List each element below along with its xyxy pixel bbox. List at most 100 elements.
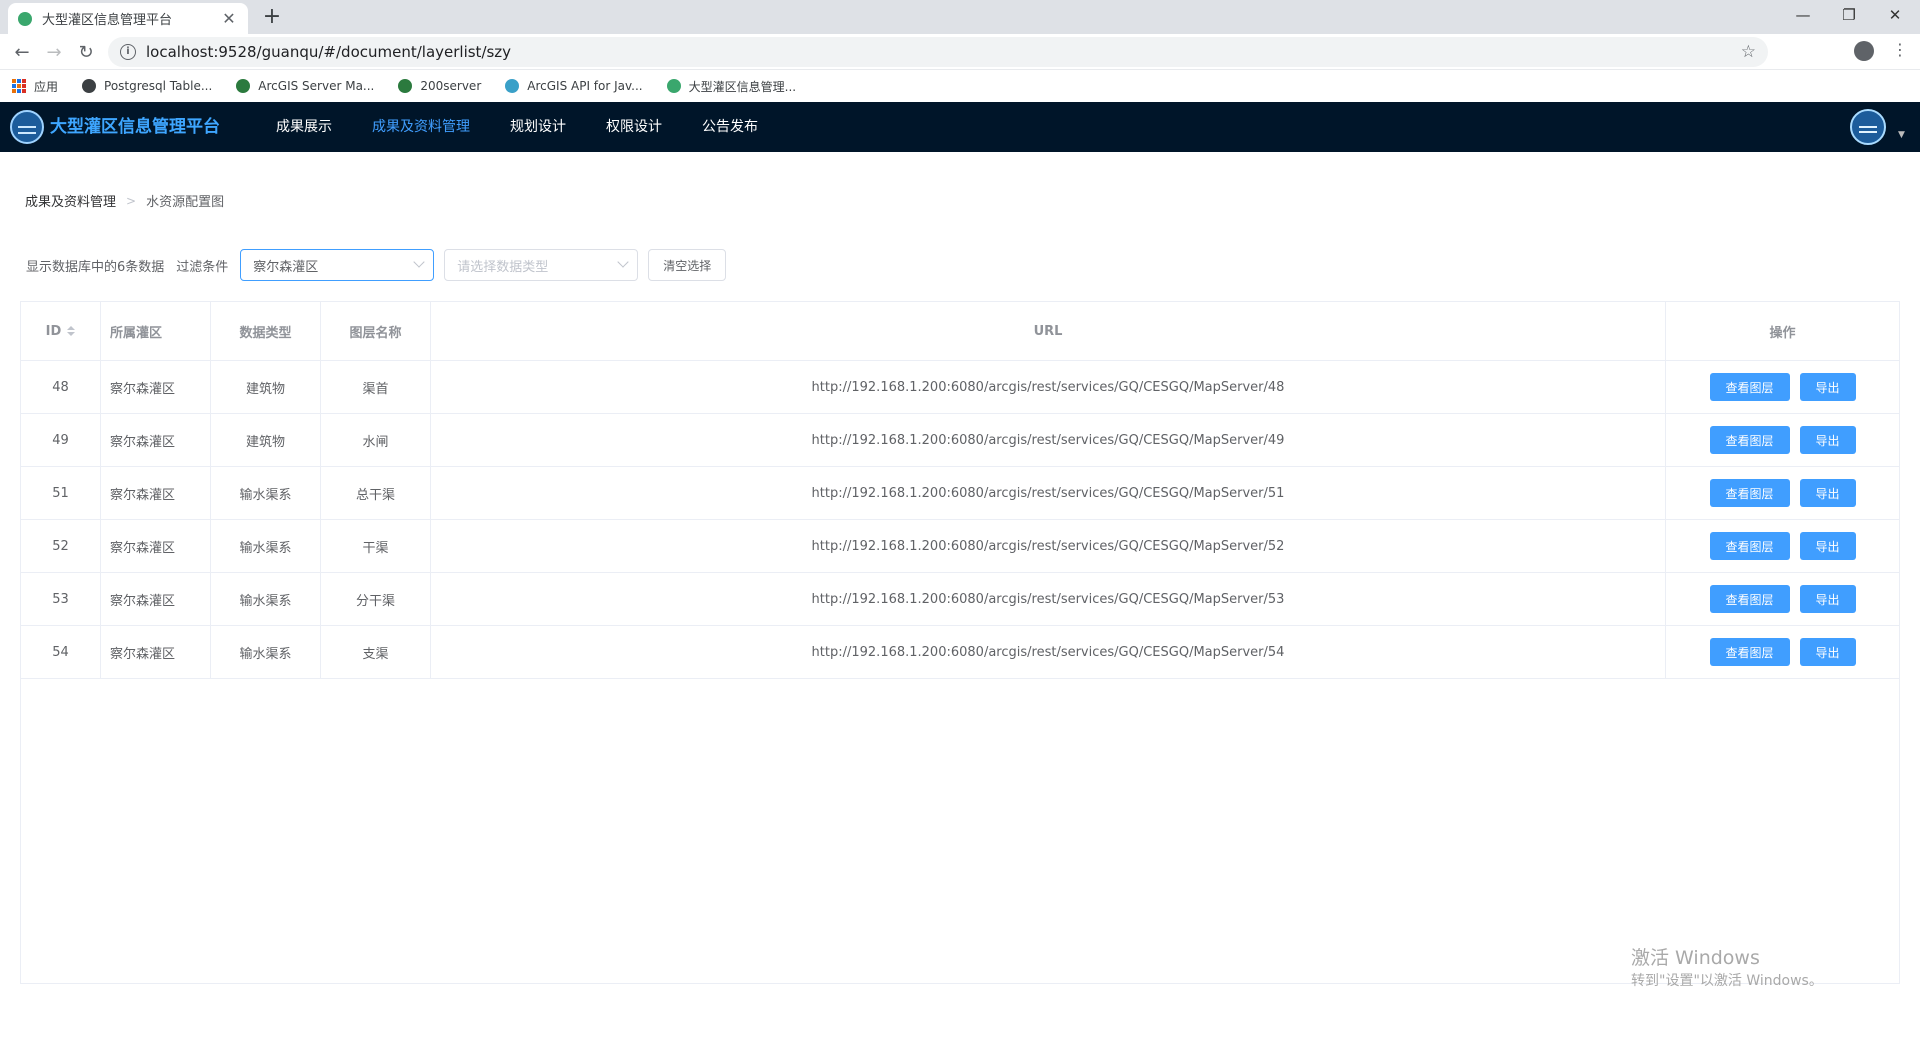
table-row: 49 察尔森灌区 建筑物 水闸 http://192.168.1.200:6080/ar… — [21, 414, 1899, 467]
arcgis-icon — [505, 79, 520, 93]
windows-activation-hint: 转到"设置"以激活 Windows。 — [1631, 973, 1823, 989]
bookmarks-bar: 应用 Postgresql Table... ArcGIS Server Ma.… — [0, 70, 1920, 102]
vue-favicon-icon — [18, 11, 32, 26]
chevron-right-icon: > — [126, 193, 137, 208]
clear-selection-button[interactable]: 清空选择 — [648, 249, 727, 281]
table-header: ID 所属灌区 数据类型 图层名称 URL 操作 — [21, 302, 1899, 361]
nav-item-announcements[interactable]: 公告发布 — [682, 102, 778, 152]
new-tab-button[interactable]: + — [258, 4, 286, 29]
globe-icon — [236, 79, 251, 93]
platform-logo-icon — [10, 110, 44, 144]
nav-item-results[interactable]: 成果展示 — [256, 102, 352, 152]
bookmark-200server[interactable]: 200server — [398, 79, 481, 93]
view-layer-button[interactable]: 查看图层 — [1709, 426, 1790, 454]
cell-layer-name: 分干渠 — [321, 573, 431, 625]
back-arrow-icon[interactable]: ← — [8, 38, 36, 66]
user-avatar[interactable] — [1850, 109, 1886, 145]
breadcrumb-root[interactable]: 成果及资料管理 — [25, 191, 116, 210]
export-button[interactable]: 导出 — [1799, 532, 1856, 560]
view-layer-button[interactable]: 查看图层 — [1709, 532, 1790, 560]
cell-actions: 查看图层 导出 — [1666, 573, 1899, 625]
omnibox[interactable]: i localhost:9528/guanqu/#/document/layer… — [108, 37, 1768, 67]
filter-label: 过滤条件 — [176, 259, 229, 275]
browser-tab[interactable]: 大型灌区信息管理平台 ✕ — [8, 3, 248, 34]
table-row: 52 察尔森灌区 输水渠系 干渠 http://192.168.1.200:6080/a… — [21, 520, 1899, 573]
bookmark-star-icon[interactable]: ☆ — [1741, 42, 1756, 62]
bookmark-postgresql[interactable]: Postgresql Table... — [82, 79, 212, 93]
cell-layer-name: 支渠 — [321, 626, 431, 678]
bookmark-label: 200server — [420, 79, 482, 93]
cell-area: 察尔森灌区 — [101, 467, 211, 519]
reload-icon[interactable]: ↻ — [72, 38, 100, 66]
cell-type: 建筑物 — [211, 414, 321, 466]
minimize-button[interactable]: — — [1780, 0, 1826, 30]
cell-url: http://192.168.1.200:6080/arcgis/rest/se… — [431, 467, 1666, 519]
export-button[interactable]: 导出 — [1799, 585, 1856, 613]
view-layer-button[interactable]: 查看图层 — [1709, 585, 1790, 613]
view-layer-button[interactable]: 查看图层 — [1709, 373, 1790, 401]
window-close-button[interactable]: ✕ — [1872, 0, 1918, 30]
type-select[interactable]: 请选择数据类型 — [444, 249, 639, 281]
cell-type: 输水渠系 — [211, 626, 321, 678]
url-text[interactable]: localhost:9528/guanqu/#/document/layerli… — [146, 43, 511, 61]
cell-id: 54 — [21, 626, 101, 678]
record-count-text: 显示数据库中的6条数据 — [26, 259, 165, 275]
header-id-label: ID — [45, 323, 62, 339]
caret-down-icon[interactable]: ▼ — [1898, 130, 1905, 140]
table-row: 51 察尔森灌区 输水渠系 总干渠 http://192.168.1.200:6080/… — [21, 467, 1899, 520]
cell-id: 53 — [21, 573, 101, 625]
cell-area: 察尔森灌区 — [101, 520, 211, 572]
export-button[interactable]: 导出 — [1799, 479, 1856, 507]
bookmark-label: 应用 — [34, 79, 59, 94]
cell-actions: 查看图层 导出 — [1666, 520, 1899, 572]
chevron-down-icon — [617, 256, 629, 268]
breadcrumb: 成果及资料管理 > 水资源配置图 — [25, 191, 224, 211]
nav-item-data-management[interactable]: 成果及资料管理 — [352, 102, 490, 152]
nav-item-permissions[interactable]: 权限设计 — [586, 102, 682, 152]
export-button[interactable]: 导出 — [1799, 638, 1856, 666]
type-select-placeholder: 请选择数据类型 — [457, 259, 549, 275]
nav-item-planning[interactable]: 规划设计 — [490, 102, 586, 152]
sort-icon[interactable] — [67, 326, 76, 336]
cell-actions: 查看图层 导出 — [1666, 626, 1899, 678]
layer-table: ID 所属灌区 数据类型 图层名称 URL 操作 48 察尔森灌区 建筑物 渠首 htt… — [20, 301, 1900, 984]
view-layer-button[interactable]: 查看图层 — [1709, 479, 1790, 507]
cell-id: 52 — [21, 520, 101, 572]
site-info-icon[interactable]: i — [120, 44, 136, 60]
tab-title: 大型灌区信息管理平台 — [42, 13, 173, 28]
bookmark-apps[interactable]: 应用 — [12, 78, 58, 95]
cell-type: 输水渠系 — [211, 520, 321, 572]
bookmark-label: ArcGIS Server Ma... — [258, 79, 375, 93]
cell-layer-name: 水闸 — [321, 414, 431, 466]
browser-menu-icon[interactable]: ⋮ — [1892, 40, 1908, 59]
bookmark-arcgis-api[interactable]: ArcGIS API for Jav... — [505, 79, 643, 93]
tab-close-icon[interactable]: ✕ — [220, 9, 238, 28]
header-name: 图层名称 — [321, 302, 431, 360]
cell-layer-name: 干渠 — [321, 520, 431, 572]
export-button[interactable]: 导出 — [1799, 426, 1856, 454]
cell-type: 建筑物 — [211, 361, 321, 413]
area-select[interactable]: 察尔森灌区 — [240, 249, 435, 281]
view-layer-button[interactable]: 查看图层 — [1709, 638, 1790, 666]
account-icon[interactable] — [1854, 41, 1874, 61]
cell-area: 察尔森灌区 — [101, 626, 211, 678]
cell-type: 输水渠系 — [211, 573, 321, 625]
maximize-button[interactable]: ❐ — [1826, 0, 1872, 30]
bookmark-platform[interactable]: 大型灌区信息管理... — [666, 78, 796, 95]
table-row: 48 察尔森灌区 建筑物 渠首 http://192.168.1.200:6080/ar… — [21, 361, 1899, 414]
cell-id: 48 — [21, 361, 101, 413]
header-type: 数据类型 — [211, 302, 321, 360]
top-nav: 成果展示 成果及资料管理 规划设计 权限设计 公告发布 — [256, 102, 778, 152]
vue-icon — [666, 79, 681, 93]
forward-arrow-icon[interactable]: → — [40, 38, 68, 66]
cell-type: 输水渠系 — [211, 467, 321, 519]
globe-icon — [398, 79, 413, 93]
export-button[interactable]: 导出 — [1799, 373, 1856, 401]
apps-grid-icon — [12, 79, 26, 93]
cell-area: 察尔森灌区 — [101, 573, 211, 625]
table-row: 54 察尔森灌区 输水渠系 支渠 http://192.168.1.200:6080/a… — [21, 626, 1899, 679]
cell-area: 察尔森灌区 — [101, 414, 211, 466]
header-id[interactable]: ID — [21, 302, 101, 360]
header-area: 所属灌区 — [101, 302, 211, 360]
bookmark-arcgis-server[interactable]: ArcGIS Server Ma... — [236, 79, 374, 93]
